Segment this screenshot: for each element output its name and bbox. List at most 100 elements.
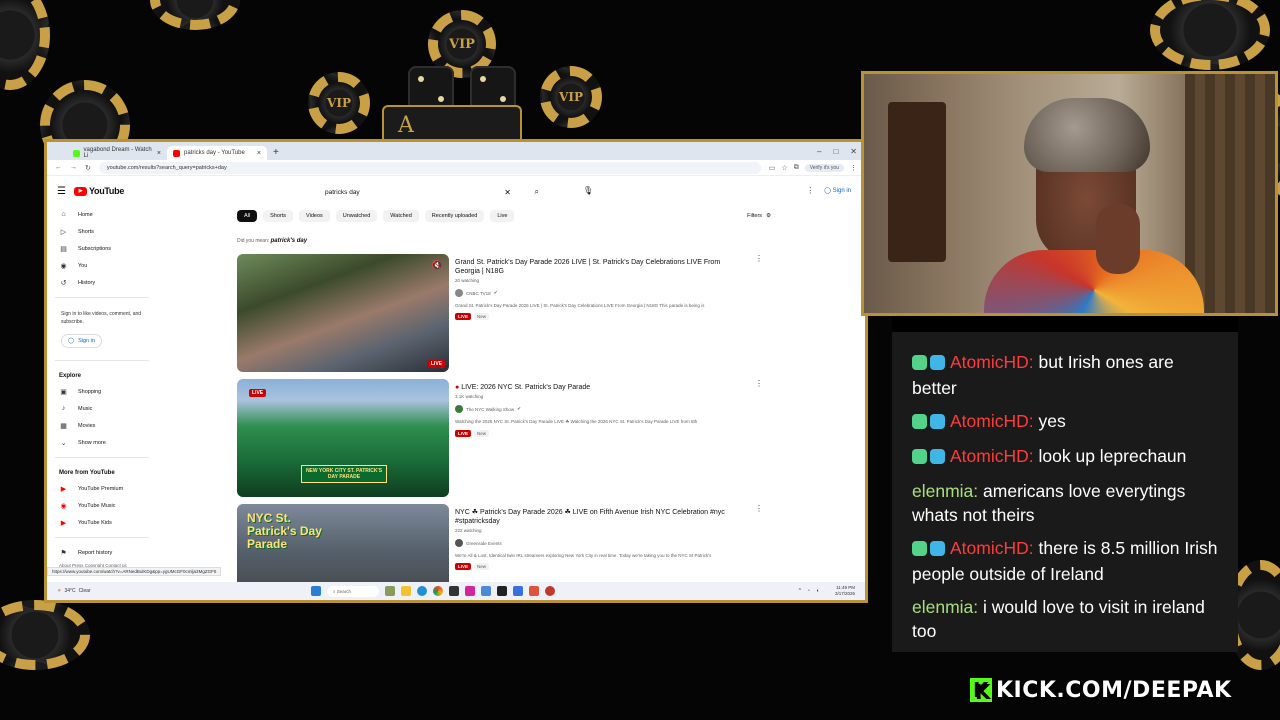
- more-actions-icon[interactable]: ⋮: [755, 379, 763, 388]
- search-input[interactable]: patricks day: [325, 189, 360, 196]
- avatar: [455, 539, 463, 547]
- search-result[interactable]: LIVE NEW YORK CITY ST. PATRICK'S DAY PAR…: [237, 379, 767, 497]
- video-thumbnail[interactable]: 🔇 LIVE: [237, 254, 449, 372]
- app-icon[interactable]: [497, 586, 507, 596]
- sidebar-item-history[interactable]: ↺ History: [47, 274, 157, 291]
- microphone-icon[interactable]: 🎙: [583, 186, 593, 195]
- channel-row[interactable]: CNBC TV18 ✔: [455, 289, 767, 297]
- close-tab-icon[interactable]: ×: [157, 150, 161, 157]
- instagram-icon[interactable]: [465, 586, 475, 596]
- url-field[interactable]: youtube.com/results?search_query=patrick…: [98, 161, 761, 174]
- chat-username[interactable]: elenmia: [912, 597, 973, 617]
- sidebar-item-youtube-kids[interactable]: ▶ YouTube Kids: [47, 514, 157, 531]
- tray-chevron-icon[interactable]: ^: [799, 588, 801, 594]
- chip-shorts[interactable]: Shorts: [263, 210, 294, 222]
- search-box[interactable]: patricks day ✕ ⌕: [319, 184, 547, 200]
- sidebar-item-music[interactable]: ♪ Music: [47, 400, 157, 417]
- chip-videos[interactable]: Videos: [299, 210, 330, 222]
- search-icon[interactable]: ⌕: [535, 187, 539, 197]
- chat-message: AtomicHD: yes: [912, 409, 1220, 435]
- taskbar-clock[interactable]: 11:49 PM 3/17/2026: [835, 585, 855, 597]
- sidebar-item-shorts[interactable]: ▷ Shorts: [47, 223, 157, 240]
- video-title[interactable]: NYC ☘ Patrick's Day Parade 2026 ☘ LIVE o…: [455, 508, 767, 526]
- widgets-icon[interactable]: [385, 586, 395, 596]
- more-actions-icon[interactable]: ⋮: [755, 254, 763, 263]
- app-icon[interactable]: [529, 586, 539, 596]
- chat-username[interactable]: AtomicHD: [950, 446, 1029, 466]
- clear-search-icon[interactable]: ✕: [504, 188, 511, 197]
- chip-watched[interactable]: Watched: [383, 210, 419, 222]
- sidebar-item-subscriptions[interactable]: ▤ Subscriptions: [47, 240, 157, 257]
- app-icon[interactable]: [481, 586, 491, 596]
- weather-widget[interactable]: ☀ 34°C Clear: [47, 588, 91, 594]
- sidebar-item-report-history[interactable]: ⚑ Report history: [47, 544, 157, 561]
- cube-badge-icon: [930, 414, 945, 429]
- sidebar-item-youtube-music[interactable]: ◉ YouTube Music: [47, 497, 157, 514]
- network-icon[interactable]: ◔: [807, 588, 810, 594]
- video-thumbnail[interactable]: LIVE NEW YORK CITY ST. PATRICK'S DAY PAR…: [237, 379, 449, 497]
- subscriptions-icon: ▤: [60, 245, 67, 253]
- sidebar-item-movies[interactable]: ▦ Movies: [47, 417, 157, 434]
- volume-icon[interactable]: ◖: [816, 588, 819, 594]
- chip-all[interactable]: All: [237, 210, 258, 222]
- more-actions-icon[interactable]: ⋮: [755, 504, 763, 513]
- video-title[interactable]: Grand St. Patrick's Day Parade 2026 LIVE…: [455, 258, 767, 276]
- minimize-icon[interactable]: –: [817, 147, 821, 156]
- sidebar-item-you[interactable]: ◉ You: [47, 257, 157, 274]
- chip-recently-uploaded[interactable]: Recently uploaded: [424, 210, 485, 222]
- sidebar-item-home[interactable]: ⌂ Home: [47, 206, 157, 223]
- search-result[interactable]: 🔇 LIVE Grand St. Patrick's Day Parade 20…: [237, 254, 767, 372]
- profile-pill[interactable]: Verify it's you: [804, 163, 844, 172]
- chip-unwatched[interactable]: Unwatched: [335, 210, 378, 222]
- app-icon[interactable]: [513, 586, 523, 596]
- search-icon: ⌕: [333, 588, 336, 594]
- new-tab-button[interactable]: +: [267, 147, 285, 160]
- video-title[interactable]: ● LIVE: 2026 NYC St. Patrick's Day Parad…: [455, 383, 767, 392]
- channel-row[interactable]: Greenside Events: [455, 539, 767, 547]
- chrome-icon[interactable]: [433, 586, 443, 596]
- history-icon: ↺: [60, 279, 67, 287]
- filters-button[interactable]: Filters ⚙: [747, 213, 771, 219]
- sidebar-item-label: Shopping: [78, 388, 102, 395]
- chip-live[interactable]: Live: [490, 210, 515, 222]
- you-icon: ◉: [60, 262, 67, 270]
- chat-username[interactable]: AtomicHD: [950, 352, 1029, 372]
- windows-taskbar: ☀ 34°C Clear ⌕ Search ^ ◔ ◖ 11:49 PM 3/1…: [47, 582, 865, 600]
- close-window-icon[interactable]: ✕: [850, 147, 857, 156]
- chat-message: AtomicHD: look up leprechaun: [912, 444, 1220, 470]
- channel-row[interactable]: The NYC Walking Show ✔: [455, 405, 767, 413]
- file-explorer-icon[interactable]: [401, 586, 411, 596]
- chat-username[interactable]: elenmia: [912, 481, 973, 501]
- app-icon[interactable]: [449, 586, 459, 596]
- edge-icon[interactable]: [417, 586, 427, 596]
- chat-username[interactable]: AtomicHD: [950, 411, 1029, 431]
- maximize-icon[interactable]: □: [833, 147, 838, 156]
- menu-icon[interactable]: ☰: [57, 186, 66, 197]
- chat-username[interactable]: AtomicHD: [950, 538, 1029, 558]
- chat-badges: [912, 538, 948, 562]
- avatar: [455, 405, 463, 413]
- chat-overlay: AtomicHD: but Irish ones are better Atomi…: [892, 316, 1238, 652]
- taskbar-search[interactable]: ⌕ Search: [327, 585, 379, 597]
- windows-start-icon[interactable]: [311, 586, 321, 596]
- app-icon[interactable]: [545, 586, 555, 596]
- settings-menu-icon[interactable]: ⋮: [806, 186, 814, 195]
- forward-icon[interactable]: →: [70, 164, 77, 171]
- close-tab-icon[interactable]: ×: [257, 150, 261, 157]
- browser-menu-icon[interactable]: ⋮: [850, 164, 857, 172]
- sidebar-item-shopping[interactable]: ▣ Shopping: [47, 383, 157, 400]
- bookmark-star-icon[interactable]: ☆: [781, 164, 787, 172]
- tab-youtube[interactable]: patricks day - YouTube ×: [167, 146, 267, 160]
- youtube-logo[interactable]: ▶ YouTube: [73, 186, 124, 196]
- did-you-mean-link[interactable]: patrick's day: [271, 238, 307, 244]
- tab-kick[interactable]: vagabond Dream - Watch Li ×: [67, 146, 167, 160]
- extensions-icon[interactable]: ⧉: [794, 164, 799, 172]
- sidebar-item-premium[interactable]: ▶ YouTube Premium: [47, 480, 157, 497]
- sidebar-item-show-more[interactable]: ⌄ Show more: [47, 434, 157, 451]
- cast-icon[interactable]: ▭: [769, 164, 776, 172]
- sign-in-button[interactable]: ◯ Sign in: [824, 187, 851, 194]
- mute-icon[interactable]: 🔇: [432, 260, 443, 271]
- back-icon[interactable]: ←: [55, 164, 62, 171]
- sidebar-sign-in-button[interactable]: ◯ Sign in: [61, 334, 102, 348]
- reload-icon[interactable]: ↻: [85, 164, 91, 172]
